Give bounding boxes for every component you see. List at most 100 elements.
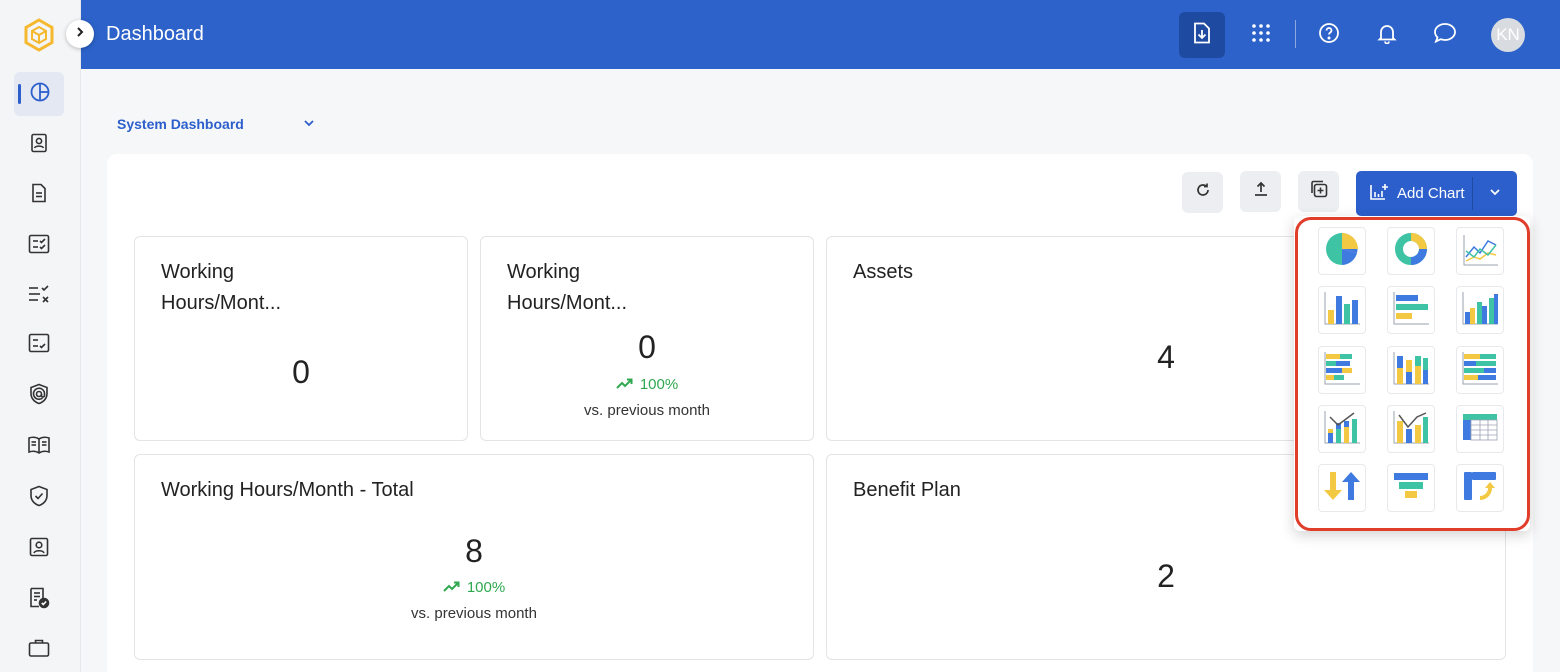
shield-at-icon [29, 383, 49, 410]
upload-icon [1253, 181, 1269, 202]
stacked-column-line-icon [1391, 407, 1431, 452]
card-title: Working Hours/Mont... [507, 261, 628, 314]
chevron-down-icon [1488, 185, 1502, 203]
kpi-card[interactable]: Working Hours/Mont... 0 100% vs. previou… [480, 236, 814, 441]
chart-type-bar[interactable] [1387, 286, 1435, 334]
shield-check-icon [29, 485, 49, 512]
chart-type-up-down[interactable] [1318, 464, 1366, 512]
tasks-list-icon [28, 284, 50, 308]
export-button[interactable] [1240, 171, 1281, 212]
chart-type-pie[interactable] [1318, 227, 1366, 275]
logo-icon [22, 18, 56, 52]
chart-type-table[interactable] [1456, 405, 1504, 453]
dashboard-icon [28, 81, 50, 108]
sidebar-item-approvals[interactable] [14, 323, 64, 367]
flow-chart-icon [1460, 466, 1500, 511]
trend-indicator: 100% [481, 376, 813, 393]
user-avatar[interactable]: KN [1491, 18, 1525, 52]
chart-type-column-line[interactable] [1318, 405, 1366, 453]
trend-percent: 100% [639, 376, 679, 393]
report-check-icon [28, 587, 50, 614]
kpi-card[interactable]: Working Hours/Month - Total 8 100% vs. p… [134, 454, 814, 660]
sidebar-item-tasks[interactable] [14, 274, 64, 318]
card-title: Assets [853, 261, 914, 283]
trending-up-icon [443, 579, 461, 596]
funnel-chart-icon [1391, 466, 1431, 511]
chart-type-flow[interactable] [1456, 464, 1504, 512]
help-button[interactable] [1306, 12, 1352, 58]
sidebar-item-documents[interactable] [14, 173, 64, 217]
chart-type-line[interactable] [1456, 227, 1504, 275]
sidebar-item-checklist[interactable] [14, 224, 64, 268]
kpi-card[interactable]: Working Hours/Mont... 0 [134, 236, 468, 441]
sidebar [0, 0, 81, 672]
chat-bubble-icon [1433, 22, 1457, 49]
stacked-column-icon [1391, 348, 1431, 393]
trend-label: vs. previous month [411, 605, 537, 622]
dashboard-select-value: System Dashboard [117, 116, 244, 132]
chart-type-stacked-column[interactable] [1387, 346, 1435, 394]
notifications-button[interactable] [1364, 12, 1410, 58]
add-chart-label: Add Chart [1397, 185, 1465, 202]
add-chart-button[interactable]: Add Chart [1356, 171, 1472, 216]
trend-percent: 100% [466, 579, 506, 596]
trending-up-icon [616, 376, 634, 393]
add-chart-split-button: Add Chart [1356, 171, 1517, 216]
copy-plus-icon [1309, 179, 1329, 204]
sidebar-item-reports[interactable] [14, 578, 64, 622]
checklist-icon [28, 234, 50, 259]
clustered-column-icon [1460, 288, 1500, 333]
chart-type-stacked-bar[interactable] [1318, 346, 1366, 394]
donut-chart-icon [1391, 229, 1431, 274]
contact-card-icon [29, 133, 49, 158]
table-chart-icon [1460, 407, 1500, 452]
up-down-arrows-icon [1322, 466, 1362, 511]
briefcase-icon [28, 638, 50, 663]
top-header: Dashboard KN [81, 0, 1560, 69]
card-value: 0 [638, 329, 656, 365]
bar-chart-icon [1391, 288, 1431, 333]
sidebar-toggle-button[interactable] [66, 20, 94, 48]
pie-chart-icon [1322, 229, 1362, 274]
dashboard-select[interactable]: System Dashboard [117, 116, 317, 134]
book-icon [27, 436, 51, 459]
sidebar-item-employees[interactable] [14, 527, 64, 571]
sidebar-item-library[interactable] [14, 425, 64, 469]
chart-type-column[interactable] [1318, 286, 1366, 334]
download-file-icon [1192, 22, 1212, 49]
chart-type-donut[interactable] [1387, 227, 1435, 275]
chart-type-funnel[interactable] [1387, 464, 1435, 512]
apps-button[interactable] [1238, 12, 1284, 58]
card-title: Working Hours/Mont... [161, 261, 282, 314]
trend-indicator: 100% [135, 579, 813, 596]
sidebar-item-compliance[interactable] [14, 476, 64, 520]
chart-type-stacked-bar-100[interactable] [1456, 346, 1504, 394]
id-badge-icon [29, 537, 49, 562]
document-icon [29, 183, 49, 208]
add-chart-icon [1369, 183, 1389, 205]
sidebar-item-dashboard[interactable] [14, 72, 64, 116]
chart-type-stacked-column-line[interactable] [1387, 405, 1435, 453]
messages-button[interactable] [1422, 12, 1468, 58]
card-value: 0 [292, 354, 310, 390]
chevron-down-icon [302, 116, 316, 133]
chart-type-clustered-column[interactable] [1456, 286, 1504, 334]
grid-dots-icon [1251, 23, 1271, 48]
stacked-bar-100-icon [1460, 348, 1500, 393]
approval-list-icon [28, 333, 50, 358]
add-chart-dropdown-toggle[interactable] [1473, 171, 1517, 216]
sidebar-item-contacts[interactable] [14, 123, 64, 167]
card-title: Benefit Plan [853, 479, 961, 501]
column-line-combo-icon [1322, 407, 1362, 452]
duplicate-button[interactable] [1298, 171, 1339, 212]
sidebar-item-projects[interactable] [14, 628, 64, 672]
sidebar-item-security[interactable] [14, 374, 64, 418]
help-icon [1318, 22, 1340, 49]
header-divider [1295, 20, 1296, 48]
trend-label: vs. previous month [584, 402, 710, 419]
chart-type-picker [1294, 216, 1530, 531]
refresh-button[interactable] [1182, 172, 1223, 213]
refresh-icon [1195, 182, 1211, 203]
download-button[interactable] [1179, 12, 1225, 58]
card-value: 8 [465, 533, 483, 569]
